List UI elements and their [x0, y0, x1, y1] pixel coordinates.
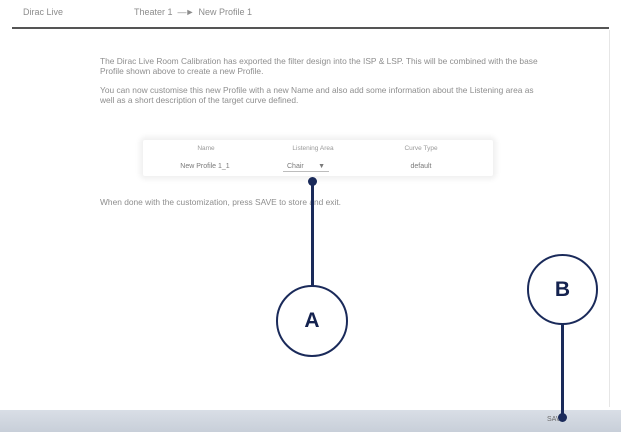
intro-paragraph-1: The Dirac Live Room Calibration has expo… [100, 56, 538, 76]
breadcrumb-parent[interactable]: Theater 1 [134, 7, 173, 17]
profile-name-input[interactable]: New Profile 1_1 [175, 162, 235, 172]
profile-settings-panel: Name Listening Area Curve Type New Profi… [143, 140, 493, 176]
breadcrumb: Theater 1 —► New Profile 1 [134, 7, 252, 17]
callout-b-badge: B [527, 254, 598, 325]
bottom-toolbar [0, 410, 621, 432]
breadcrumb-arrow-icon: —► [177, 7, 195, 17]
right-divider [609, 30, 610, 407]
instructions-text: When done with the customization, press … [100, 197, 341, 207]
callout-a-dot [308, 177, 317, 186]
listening-area-column-header: Listening Area [292, 145, 334, 152]
header-divider [12, 27, 609, 29]
callout-a-leader [311, 182, 314, 286]
listening-area-select[interactable]: Chair ▼ [283, 161, 329, 172]
callout-b-dot [558, 413, 567, 422]
intro-text: The Dirac Live Room Calibration has expo… [100, 56, 550, 114]
callout-b-leader [561, 324, 564, 418]
callout-a-badge: A [276, 285, 348, 357]
intro-paragraph-2: You can now customise this new Profile w… [100, 85, 534, 105]
app-name: Dirac Live [23, 7, 64, 17]
breadcrumb-current: New Profile 1 [198, 7, 252, 17]
chevron-down-icon: ▼ [318, 163, 325, 170]
name-column-header: Name [197, 145, 215, 152]
curve-type-column-header: Curve Type [404, 145, 438, 152]
listening-area-value: Chair [287, 163, 304, 170]
curve-type-value[interactable]: default [391, 162, 451, 172]
